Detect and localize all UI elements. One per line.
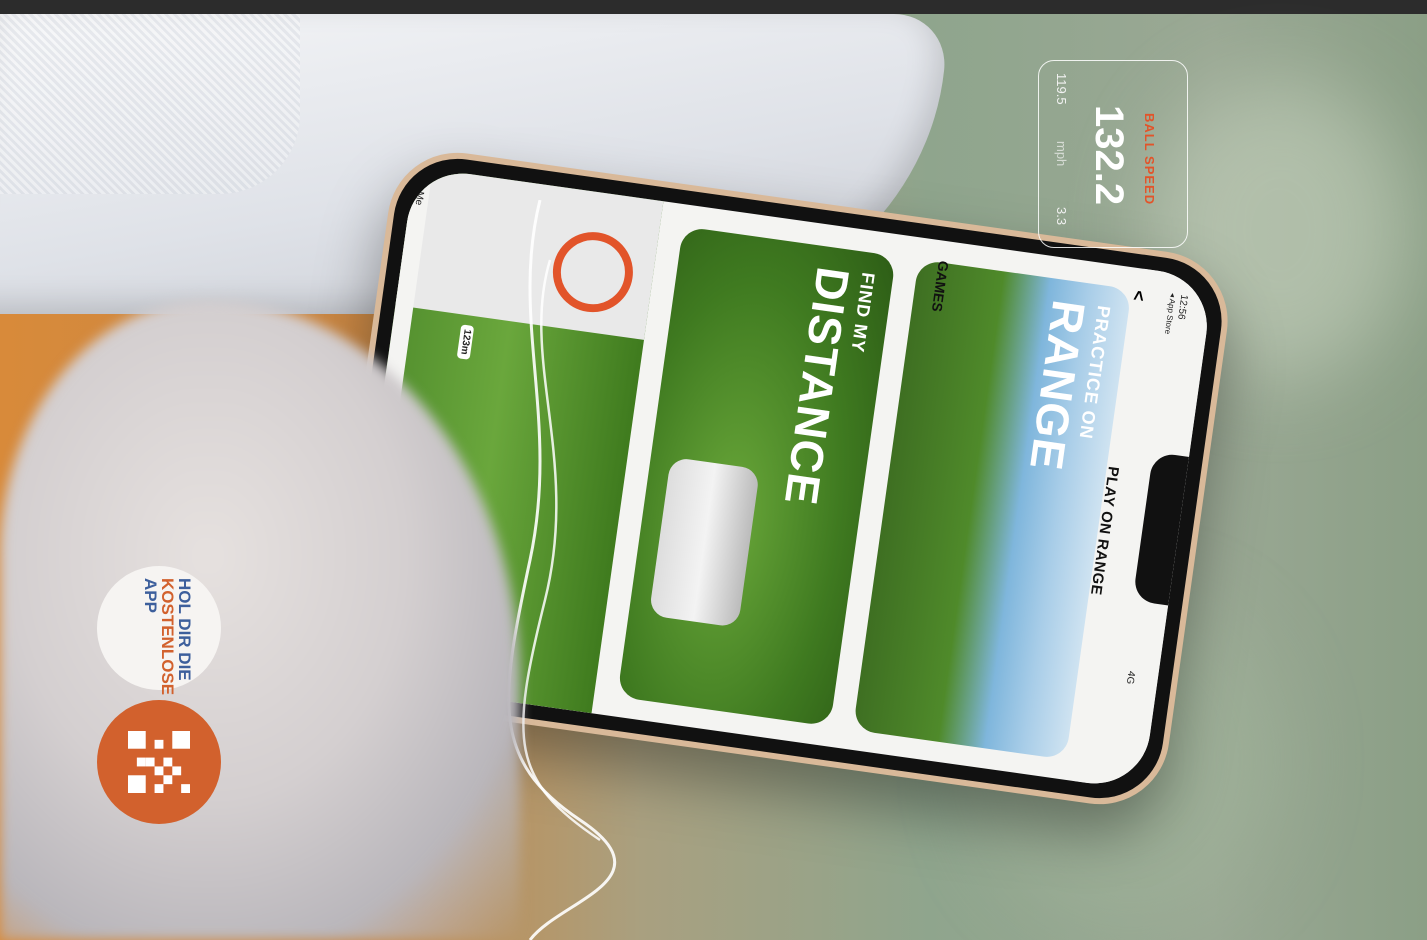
qr-code-badge[interactable] (97, 700, 221, 824)
badge-line-1: HOL DIR DIE (175, 578, 194, 681)
glove-texture (0, 14, 300, 194)
tab-me[interactable]: Me (413, 191, 426, 206)
ball-speed-label: BALL SPEED (1142, 113, 1157, 206)
phone-notch (1132, 451, 1193, 607)
ball-speed-right-value: 3.3 (1054, 207, 1069, 226)
ball-speed-readout: BALL SPEED 132.2 119.5 mph 3.3 (1038, 60, 1188, 248)
golf-bag-image (648, 456, 761, 628)
status-time: 12:56 (1175, 293, 1190, 321)
network-indicator: 4G (1123, 670, 1137, 685)
top-border (0, 0, 1427, 14)
find-my-distance-card[interactable]: FIND MY DISTANCE (617, 226, 897, 727)
card-title: RANGE (1020, 297, 1096, 474)
ball-speed-left-value: 119.5 (1054, 73, 1069, 105)
ball-speed-value: 132.2 (1087, 105, 1131, 206)
badge-line-3: APP (141, 578, 160, 613)
back-button[interactable]: < (1127, 289, 1149, 302)
qr-code-icon[interactable] (128, 731, 190, 793)
badge-line-2: KOSTENLOSE (158, 578, 177, 696)
ball-speed-unit: mph (1054, 141, 1069, 167)
card-title: DISTANCE (774, 264, 860, 509)
free-app-badge: HOL DIR DIE KOSTENLOSE APP (97, 566, 221, 695)
